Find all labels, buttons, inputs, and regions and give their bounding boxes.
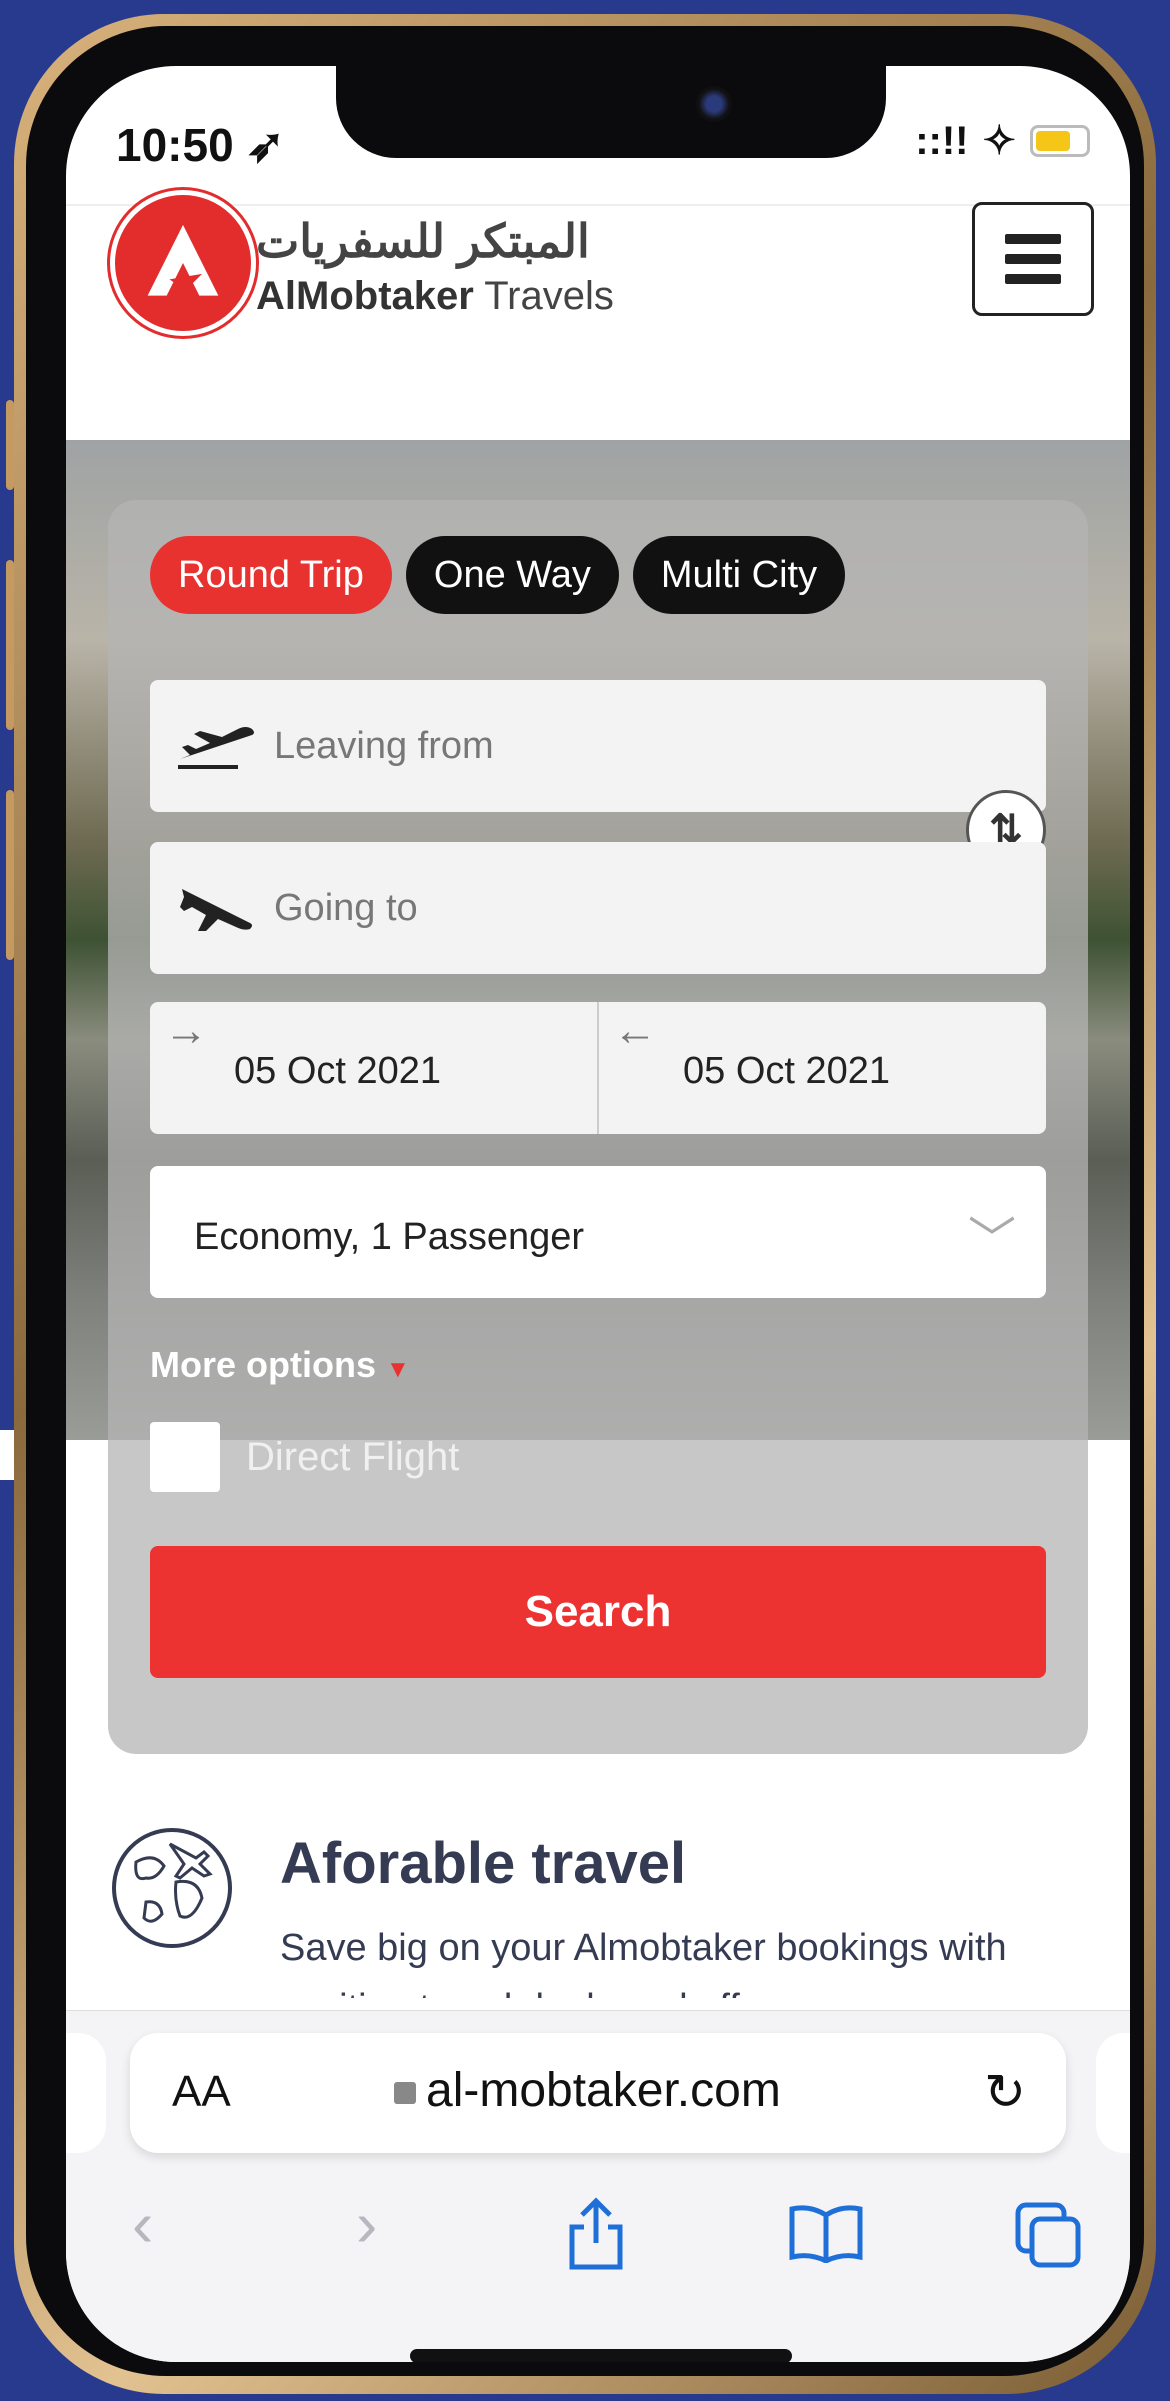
text-size-button[interactable]: AA [172,2067,231,2117]
trip-type-tabs: Round Trip One Way Multi City [150,536,846,614]
side-button [6,790,14,960]
side-button [6,560,14,730]
address-bar[interactable]: AA al-mobtaker.com ↻ [130,2033,1066,2153]
safari-toolbar: AA al-mobtaker.com ↻ ‹ › [66,2010,1130,2362]
tab-one-way[interactable]: One Way [405,536,619,614]
logo-suffix: Travels [473,274,614,318]
bookmarks-icon[interactable] [788,2205,864,2263]
status-time: 10:50 ➶ [116,119,285,171]
share-icon[interactable] [566,2197,626,2271]
direct-flight-label: Direct Flight [246,1434,460,1479]
leaving-from-placeholder: Leaving from [274,724,494,767]
menu-bar-icon [1005,274,1061,284]
cabin-passenger-select[interactable]: Economy, 1 Passenger ﹀ [150,1166,1046,1298]
hamburger-menu-button[interactable] [972,202,1094,316]
depart-date-field[interactable]: → 05 Oct 2021 [150,1002,599,1134]
lock-icon [394,2082,416,2104]
chevron-down-icon: ﹀ [967,1214,1016,1267]
search-button[interactable]: Search [150,1546,1046,1678]
logo-english-text: AlMobtaker Travels [256,274,614,319]
tabs-icon[interactable] [1014,2201,1082,2269]
return-date-field[interactable]: ← 05 Oct 2021 [599,1002,1046,1134]
previous-tab-peek[interactable] [66,2033,106,2153]
feature-title: Aforable travel [280,1831,687,1896]
notch [336,66,886,158]
logo-brand: AlMobtaker [256,274,474,318]
back-icon[interactable]: ‹ [132,2187,153,2261]
forward-icon[interactable]: › [356,2187,377,2261]
landing-plane-icon [180,889,252,931]
direct-flight-option: Direct Flight [150,1422,459,1492]
background-strip [0,1430,14,1480]
globe-plane-icon [112,1828,232,1948]
going-to-field[interactable]: Going to [150,842,1046,974]
wifi-icon: ✧ [982,119,1016,163]
arrow-left-icon: ← [613,1006,657,1055]
menu-bar-icon [1005,254,1061,264]
feature-text: Save big on your Almobtaker bookings wit… [280,1927,1007,1998]
caret-down-icon: ▼ [386,1356,410,1383]
depart-date-value: 05 Oct 2021 [234,1050,442,1092]
more-options-label: More options [150,1344,376,1385]
date-range: → 05 Oct 2021 ← 05 Oct 2021 [150,1002,1046,1134]
status-icons: ::!! ✧ [915,118,1090,164]
phone-screen: 10:50 ➶ ::!! ✧ المبتكر للسفريات AlMobtak… [66,66,1130,2362]
next-tab-peek[interactable] [1096,2033,1130,2153]
cabin-passenger-value: Economy, 1 Passenger [194,1216,585,1258]
flight-search-card: Round Trip One Way Multi City Leaving fr… [108,500,1088,1754]
url-display[interactable]: al-mobtaker.com [394,2063,781,2118]
going-to-placeholder: Going to [274,886,418,929]
return-date-value: 05 Oct 2021 [683,1050,891,1092]
more-options-toggle[interactable]: More options ▼ [150,1344,410,1386]
side-button [6,400,14,490]
home-indicator [410,2349,792,2362]
leaving-from-field[interactable]: Leaving from [150,680,1046,812]
tab-multi-city[interactable]: Multi City [632,536,846,614]
url-text: al-mobtaker.com [426,2064,781,2117]
takeoff-plane-icon [178,727,254,769]
battery-icon [1030,125,1090,157]
reload-icon[interactable]: ↻ [984,2063,1026,2121]
logo-arabic-text: المبتكر للسفريات [256,215,590,267]
signal-icon: ::!! [915,118,969,163]
browser-nav-row: ‹ › [66,2187,1130,2287]
logo-icon[interactable] [110,190,256,336]
tab-round-trip[interactable]: Round Trip [150,536,392,614]
camera-icon [696,86,732,122]
arrow-right-icon: → [164,1006,208,1055]
menu-bar-icon [1005,234,1061,244]
direct-flight-checkbox[interactable] [150,1422,220,1492]
